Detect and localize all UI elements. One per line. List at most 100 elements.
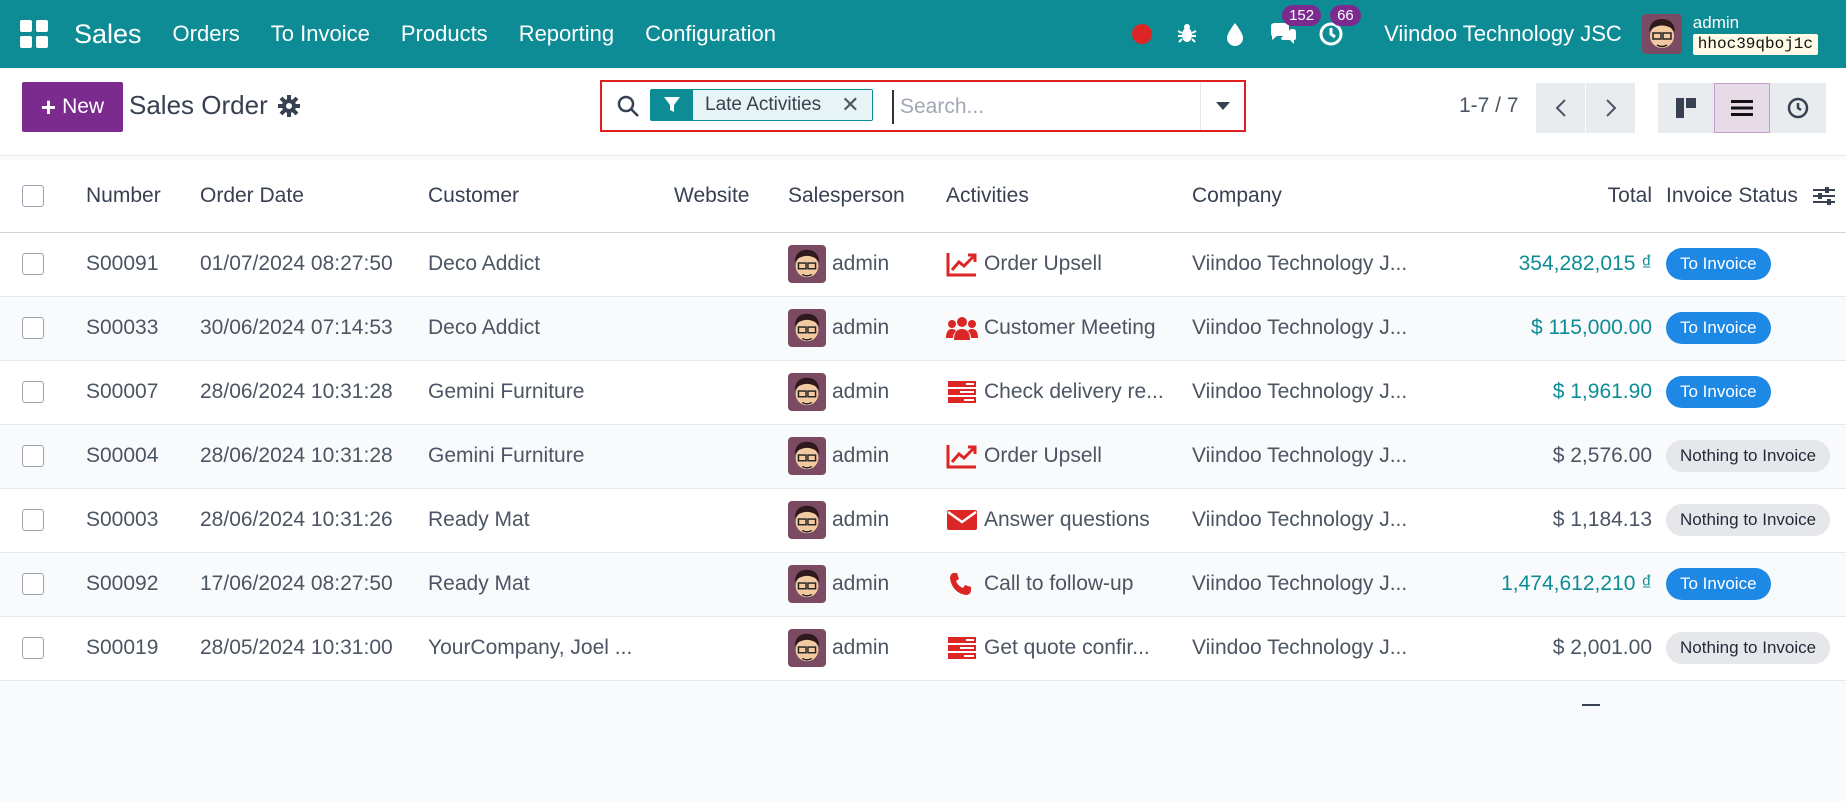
menu-products[interactable]: Products xyxy=(401,21,488,47)
cell-company: Viindoo Technology J... xyxy=(1192,424,1452,489)
search-options-toggle[interactable] xyxy=(1200,82,1244,130)
pager-next-button[interactable] xyxy=(1586,83,1635,133)
menu-orders[interactable]: Orders xyxy=(173,21,240,47)
pager-value[interactable]: 1-7 / 7 xyxy=(1459,94,1519,118)
user-name: admin xyxy=(1692,13,1740,32)
cell-order-date: 01/07/2024 08:27:50 xyxy=(200,232,428,297)
cell-total[interactable]: 1,474,612,210 ₫ xyxy=(1452,552,1666,617)
record-icon[interactable] xyxy=(1132,24,1153,44)
chevron-right-icon xyxy=(1605,99,1616,117)
chevron-left-icon xyxy=(1555,99,1566,117)
activities-icon[interactable]: 66 xyxy=(1316,5,1361,49)
col-company[interactable]: Company xyxy=(1192,160,1452,233)
plus-icon: + xyxy=(40,92,57,122)
cell-website xyxy=(674,232,788,297)
gear-icon[interactable] xyxy=(277,94,301,118)
users-icon[interactable] xyxy=(946,314,978,342)
control-panel: +New Sales Order Late Activities ✕ 1-7 /… xyxy=(0,68,1846,156)
row-checkbox[interactable] xyxy=(22,637,44,659)
table-row[interactable]: S00007 28/06/2024 10:31:28 Gemini Furnit… xyxy=(0,360,1846,425)
chart-line-icon[interactable] xyxy=(946,442,978,470)
list-view-button[interactable] xyxy=(1714,83,1770,133)
pager-previous-button[interactable] xyxy=(1536,83,1585,133)
close-icon[interactable]: ✕ xyxy=(841,90,859,120)
table-row[interactable]: S00019 28/05/2024 10:31:00 YourCompany, … xyxy=(0,616,1846,681)
table-row[interactable]: S00004 28/06/2024 10:31:28 Gemini Furnit… xyxy=(0,424,1846,489)
row-checkbox[interactable] xyxy=(22,445,44,467)
table-header: Number Order Date Customer Website Sales… xyxy=(0,160,1846,233)
cell-company: Viindoo Technology J... xyxy=(1192,616,1452,681)
apps-menu-icon[interactable] xyxy=(20,20,48,48)
chart-line-icon[interactable] xyxy=(946,250,978,278)
new-button[interactable]: + New xyxy=(22,82,123,132)
row-checkbox[interactable] xyxy=(22,509,44,531)
salesperson-avatar xyxy=(788,437,826,475)
cell-activity: Customer Meeting xyxy=(984,316,1156,339)
table-row[interactable]: S00033 30/06/2024 07:14:53 Deco Addict a… xyxy=(0,296,1846,361)
tasks-icon[interactable] xyxy=(946,378,978,406)
cell-number: S00091 xyxy=(86,232,200,297)
cell-order-date: 28/06/2024 10:31:26 xyxy=(200,488,428,553)
col-total[interactable]: Total xyxy=(1452,160,1666,233)
cell-customer: Deco Addict xyxy=(428,232,674,297)
cell-total[interactable]: 354,282,015 ₫ xyxy=(1452,232,1666,297)
select-all-checkbox[interactable] xyxy=(22,184,44,207)
menu-configuration[interactable]: Configuration xyxy=(645,21,776,47)
cell-total: $ 2,576.00 xyxy=(1452,424,1666,489)
table-row[interactable]: S00003 28/06/2024 10:31:26 Ready Mat adm… xyxy=(0,488,1846,553)
col-website[interactable]: Website xyxy=(674,160,788,233)
status-badge: Nothing to Invoice xyxy=(1666,504,1831,536)
col-invoice-status[interactable]: Invoice Status xyxy=(1666,184,1798,208)
phone-icon[interactable] xyxy=(946,570,978,598)
cell-activity: Call to follow-up xyxy=(984,572,1134,595)
company-switcher[interactable]: Viindoo Technology JSC xyxy=(1384,21,1622,47)
table-row[interactable]: S00092 17/06/2024 08:27:50 Ready Mat adm… xyxy=(0,552,1846,617)
activity-view-button[interactable] xyxy=(1770,83,1826,133)
tasks-icon[interactable] xyxy=(946,634,978,662)
col-activities[interactable]: Activities xyxy=(946,160,1192,233)
cell-total[interactable]: $ 115,000.00 xyxy=(1452,296,1666,361)
user-avatar xyxy=(1641,14,1682,54)
envelope-icon[interactable] xyxy=(946,506,978,534)
row-checkbox[interactable] xyxy=(22,381,44,403)
cell-activity: Order Upsell xyxy=(984,444,1102,467)
orders-table: Number Order Date Customer Website Sales… xyxy=(0,160,1846,681)
row-checkbox[interactable] xyxy=(22,573,44,595)
status-badge: Nothing to Invoice xyxy=(1666,632,1831,664)
cell-total[interactable]: $ 1,961.90 xyxy=(1452,360,1666,425)
app-title[interactable]: Sales xyxy=(74,19,142,50)
cell-activity: Get quote confir... xyxy=(984,636,1150,659)
col-customer[interactable]: Customer xyxy=(428,160,674,233)
kanban-view-button[interactable] xyxy=(1658,83,1714,133)
row-checkbox[interactable] xyxy=(22,317,44,339)
menu-reporting[interactable]: Reporting xyxy=(519,21,614,47)
cell-company: Viindoo Technology J... xyxy=(1192,360,1452,425)
col-salesperson[interactable]: Salesperson xyxy=(788,160,946,233)
search-input[interactable] xyxy=(892,90,1192,124)
search-facet[interactable]: Late Activities ✕ xyxy=(650,89,873,121)
row-checkbox[interactable] xyxy=(22,253,44,275)
cell-order-date: 30/06/2024 07:14:53 xyxy=(200,296,428,361)
col-order-date[interactable]: Order Date xyxy=(200,160,428,233)
cell-salesperson: admin xyxy=(832,444,890,467)
optional-columns-icon[interactable] xyxy=(1812,185,1836,207)
cell-order-date: 28/06/2024 10:31:28 xyxy=(200,424,428,489)
col-number[interactable]: Number xyxy=(86,160,200,233)
messages-icon[interactable]: 152 xyxy=(1268,5,1322,49)
page-title: Sales Order xyxy=(129,90,268,120)
cell-number: S00019 xyxy=(86,616,200,681)
user-menu[interactable]: admin hhoc39qboj1c xyxy=(1641,13,1818,55)
salesperson-avatar xyxy=(788,629,826,667)
drop-icon[interactable] xyxy=(1220,19,1250,49)
filter-icon xyxy=(651,90,693,120)
salesperson-avatar xyxy=(788,501,826,539)
cell-website xyxy=(674,616,788,681)
search-icon[interactable] xyxy=(616,94,640,118)
menu-to-invoice[interactable]: To Invoice xyxy=(271,21,370,47)
cell-customer: Ready Mat xyxy=(428,552,674,617)
cell-company: Viindoo Technology J... xyxy=(1192,296,1452,361)
cell-order-date: 17/06/2024 08:27:50 xyxy=(200,552,428,617)
cell-salesperson: admin xyxy=(832,572,890,595)
table-row[interactable]: S00091 01/07/2024 08:27:50 Deco Addict a… xyxy=(0,232,1846,297)
bug-icon[interactable] xyxy=(1172,19,1202,49)
